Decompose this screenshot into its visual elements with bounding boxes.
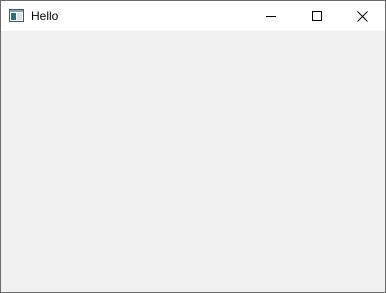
close-icon	[356, 10, 368, 22]
minimize-icon	[266, 11, 276, 21]
app-window: Hello	[0, 0, 386, 293]
minimize-button[interactable]	[248, 1, 294, 31]
maximize-button[interactable]	[294, 1, 340, 31]
window-title: Hello	[31, 9, 59, 23]
title-bar[interactable]: Hello	[1, 1, 385, 31]
close-button[interactable]	[339, 1, 385, 31]
app-window-icon	[9, 9, 24, 22]
window-client-area	[1, 31, 385, 292]
maximize-icon	[312, 11, 322, 21]
